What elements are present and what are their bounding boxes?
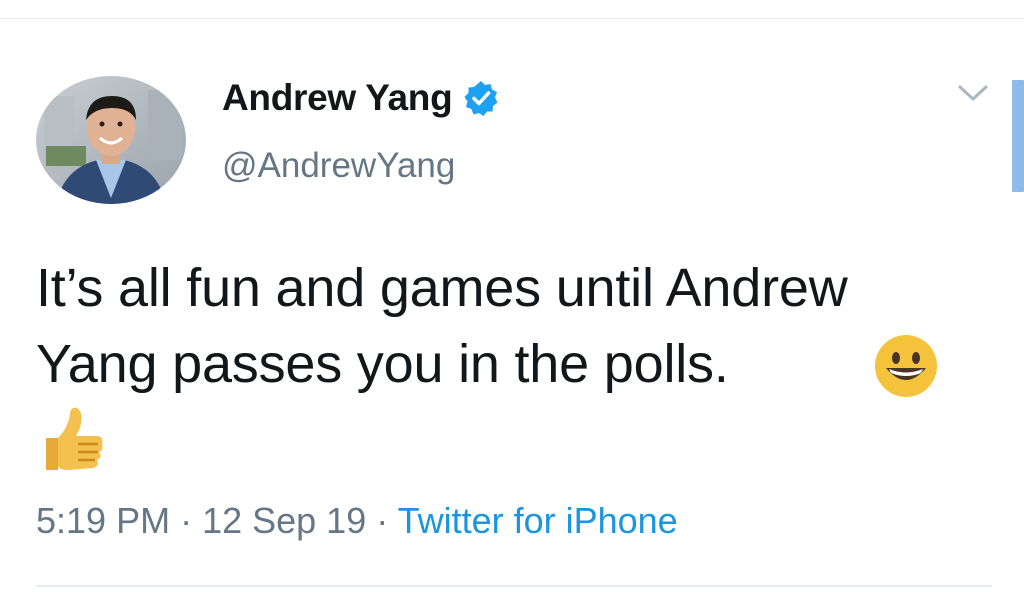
tweet-date[interactable]: 12 Sep 19 [202, 500, 366, 541]
bottom-divider [36, 585, 992, 587]
tweet-text-line-1: It’s all fun and games until Andrew [36, 258, 848, 318]
scrollbar-thumb[interactable] [1012, 80, 1024, 192]
author-display-name[interactable]: Andrew Yang [222, 77, 453, 119]
meta-separator: · [366, 500, 398, 541]
author-handle[interactable]: @AndrewYang [222, 146, 455, 186]
tweet-source-link[interactable]: Twitter for iPhone [398, 500, 678, 541]
profile-photo-icon [36, 76, 186, 204]
top-divider [0, 18, 1024, 19]
grinning-face-emoji-icon [872, 332, 940, 400]
tweet-text-line-2: Yang passes you in the polls. [36, 334, 729, 394]
avatar[interactable] [36, 76, 186, 204]
tweet-meta: 5:19 PM · 12 Sep 19 · Twitter for iPhone [36, 500, 678, 542]
chevron-down-icon[interactable] [956, 82, 990, 104]
tweet-time[interactable]: 5:19 PM [36, 500, 170, 541]
tweet-text: It’s all fun and games until Andrew Yang… [36, 250, 996, 402]
author-name-row[interactable]: Andrew Yang [222, 76, 500, 120]
thumbs-up-emoji-icon [38, 404, 106, 474]
verified-badge-icon [462, 79, 500, 117]
tweet-card: Andrew Yang @AndrewYang It’s all fun and… [0, 0, 1024, 592]
meta-separator: · [170, 500, 203, 541]
